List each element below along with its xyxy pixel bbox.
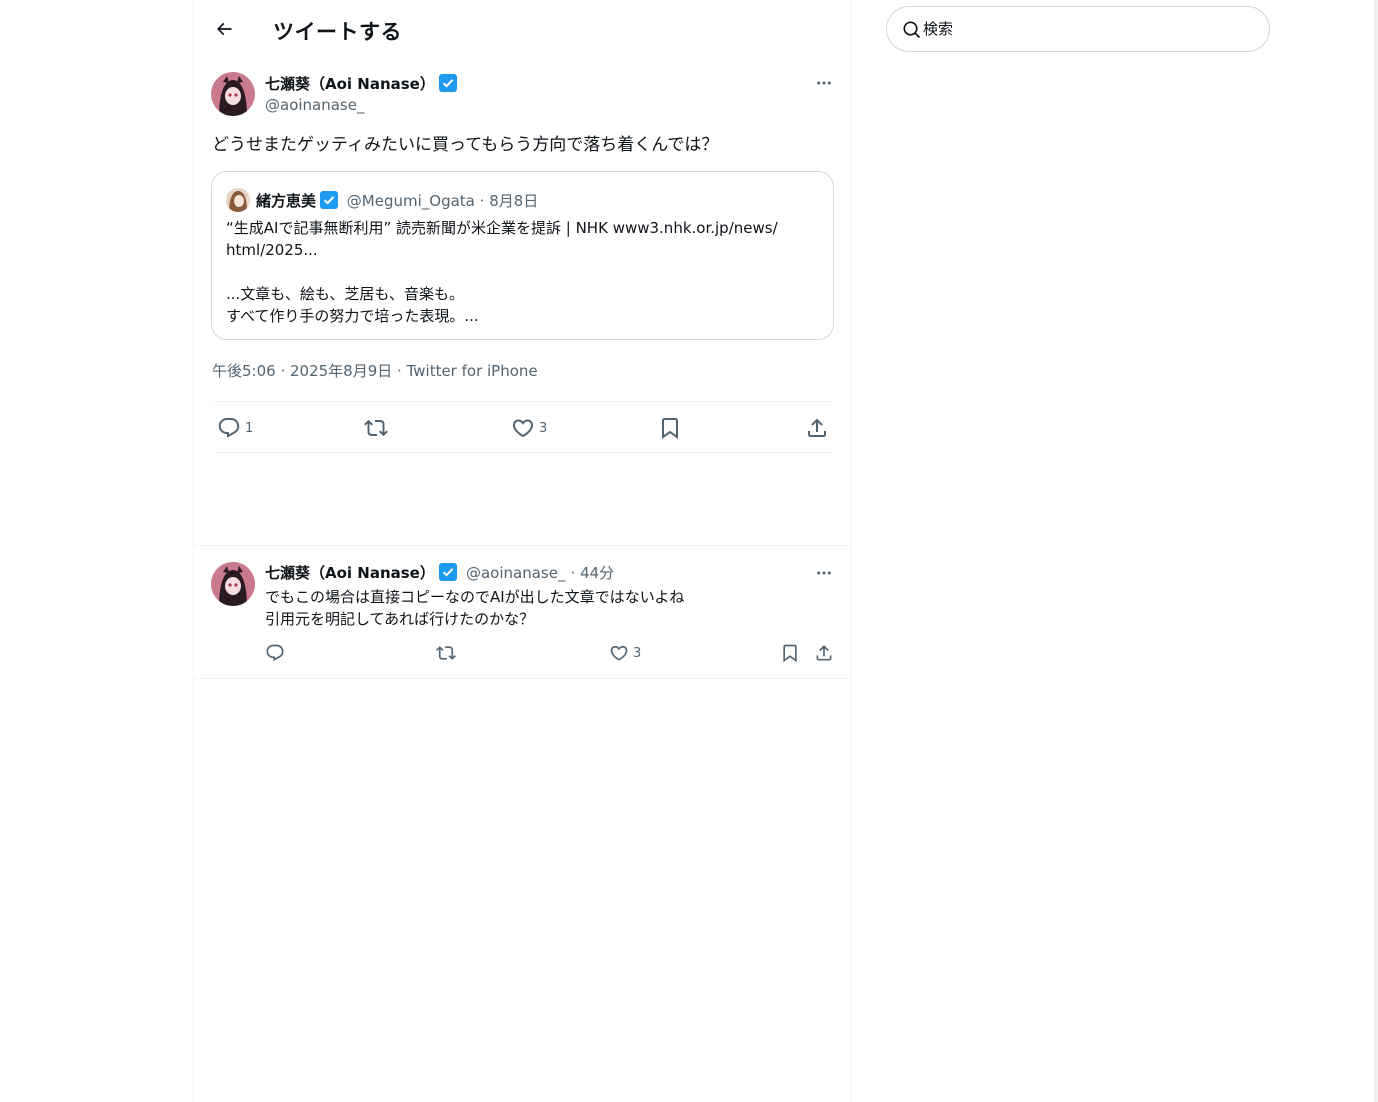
reply-header: 七瀬葵（Aoi Nanase） @aoinanase_ · 44分 xyxy=(265,562,614,583)
quote-author-name: 緒方恵美 xyxy=(256,192,317,210)
quote-handle: @Megumi_Ogata xyxy=(346,192,475,210)
back-button[interactable] xyxy=(210,15,238,43)
reply-handle[interactable]: @aoinanase_ xyxy=(466,564,565,582)
reply-reply-button[interactable] xyxy=(265,643,289,663)
more-button[interactable] xyxy=(812,71,836,95)
author-handle[interactable]: @aoinanase_ xyxy=(265,96,364,114)
retweet-icon xyxy=(436,646,456,660)
share-icon xyxy=(816,645,832,661)
tweet-meta: 午後5:06 · 2025年8月9日 · Twitter for iPhone xyxy=(212,362,538,380)
divider xyxy=(212,401,834,402)
quote-line: “生成AIで記事無断利用” 読売新聞が米企業を提訴 | NHK www3.nhk… xyxy=(226,219,778,237)
reply-author-name[interactable]: 七瀬葵（Aoi Nanase） xyxy=(265,564,435,582)
divider xyxy=(212,452,834,453)
tweet-source: Twitter for iPhone xyxy=(406,362,538,380)
verified-badge-icon xyxy=(438,74,457,92)
quote-line: すべて作り手の努力で培った表現。... xyxy=(226,307,479,325)
reply-line: でもこの場合は直接コピーなのでAIが出した文章ではないよね xyxy=(265,588,685,606)
avatar-image xyxy=(211,562,255,606)
reply-avatar[interactable] xyxy=(211,562,255,606)
retweet-button[interactable] xyxy=(364,416,388,440)
reply-share-button[interactable] xyxy=(814,643,834,663)
divider xyxy=(194,678,851,679)
quote-line: html/2025... xyxy=(226,241,318,259)
author-name[interactable]: 七瀬葵（Aoi Nanase） xyxy=(265,75,435,93)
quote-text: “生成AIで記事無断利用” 読売新聞が米企業を提訴 | NHK www3.nhk… xyxy=(226,217,822,327)
reply-like-count: 3 xyxy=(633,645,642,661)
quote-avatar xyxy=(226,188,250,212)
page-header: ツイートする xyxy=(194,0,851,60)
more-icon xyxy=(817,81,831,85)
like-count: 3 xyxy=(539,420,548,436)
bookmark-icon xyxy=(783,644,797,663)
search-box[interactable] xyxy=(886,6,1270,52)
verified-badge-icon xyxy=(320,191,339,209)
quote-line: ...文章も、絵も、芝居も、音楽も。 xyxy=(226,285,464,303)
quote-header: 緒方恵美 @Megumi_Ogata · 8月8日 xyxy=(226,188,538,212)
tweet-text: どうせまたゲッティみたいに買ってもらう方向で落ち着くんでは？ xyxy=(212,135,719,155)
page-title: ツイートする xyxy=(273,20,402,44)
reply-icon xyxy=(218,418,240,438)
reply-bookmark-button[interactable] xyxy=(780,643,800,663)
tweet-date[interactable]: 2025年8月9日 xyxy=(290,362,392,380)
reply-like-button[interactable]: 3 xyxy=(609,643,641,663)
reply-line: 引用元を明記してあれば行けたのかな？ xyxy=(265,610,535,628)
avatar-image xyxy=(211,72,255,116)
more-icon xyxy=(817,571,831,575)
reply-count: 1 xyxy=(245,420,254,436)
quote-date: · 8月8日 xyxy=(479,192,539,210)
retweet-icon xyxy=(364,419,388,437)
like-button[interactable]: 3 xyxy=(511,416,547,440)
main-column: ツイートする 七瀬葵（Aoi Nanase） @aoinanase_ どうせまた… xyxy=(193,0,852,1102)
tweet-time[interactable]: 午後5:06 xyxy=(212,362,276,380)
heart-icon xyxy=(512,419,534,438)
reply-icon xyxy=(266,644,284,662)
quote-line xyxy=(226,261,822,283)
scrollbar[interactable] xyxy=(1374,0,1378,1102)
reply-time[interactable]: · 44分 xyxy=(571,564,615,582)
reply-button[interactable]: 1 xyxy=(217,416,253,440)
quote-tweet[interactable]: 緒方恵美 @Megumi_Ogata · 8月8日 “生成AIで記事無断利用” … xyxy=(211,171,834,340)
share-icon xyxy=(808,418,826,437)
search-input[interactable] xyxy=(923,18,1243,40)
heart-icon xyxy=(610,645,628,661)
reply-retweet-button[interactable] xyxy=(436,643,456,663)
verified-badge-icon xyxy=(438,563,457,581)
tweet-author: 七瀬葵（Aoi Nanase） xyxy=(265,73,457,94)
bookmark-button[interactable] xyxy=(658,416,682,440)
divider xyxy=(194,545,851,546)
bookmark-icon xyxy=(662,418,678,439)
reply-text: でもこの場合は直接コピーなのでAIが出した文章ではないよね 引用元を明記してあれ… xyxy=(265,586,684,630)
quote-avatar-image xyxy=(226,188,250,212)
share-button[interactable] xyxy=(805,416,829,440)
search-icon xyxy=(903,21,921,39)
reply-more-button[interactable] xyxy=(812,561,836,585)
avatar[interactable] xyxy=(211,72,255,116)
arrow-left-icon xyxy=(216,22,232,36)
